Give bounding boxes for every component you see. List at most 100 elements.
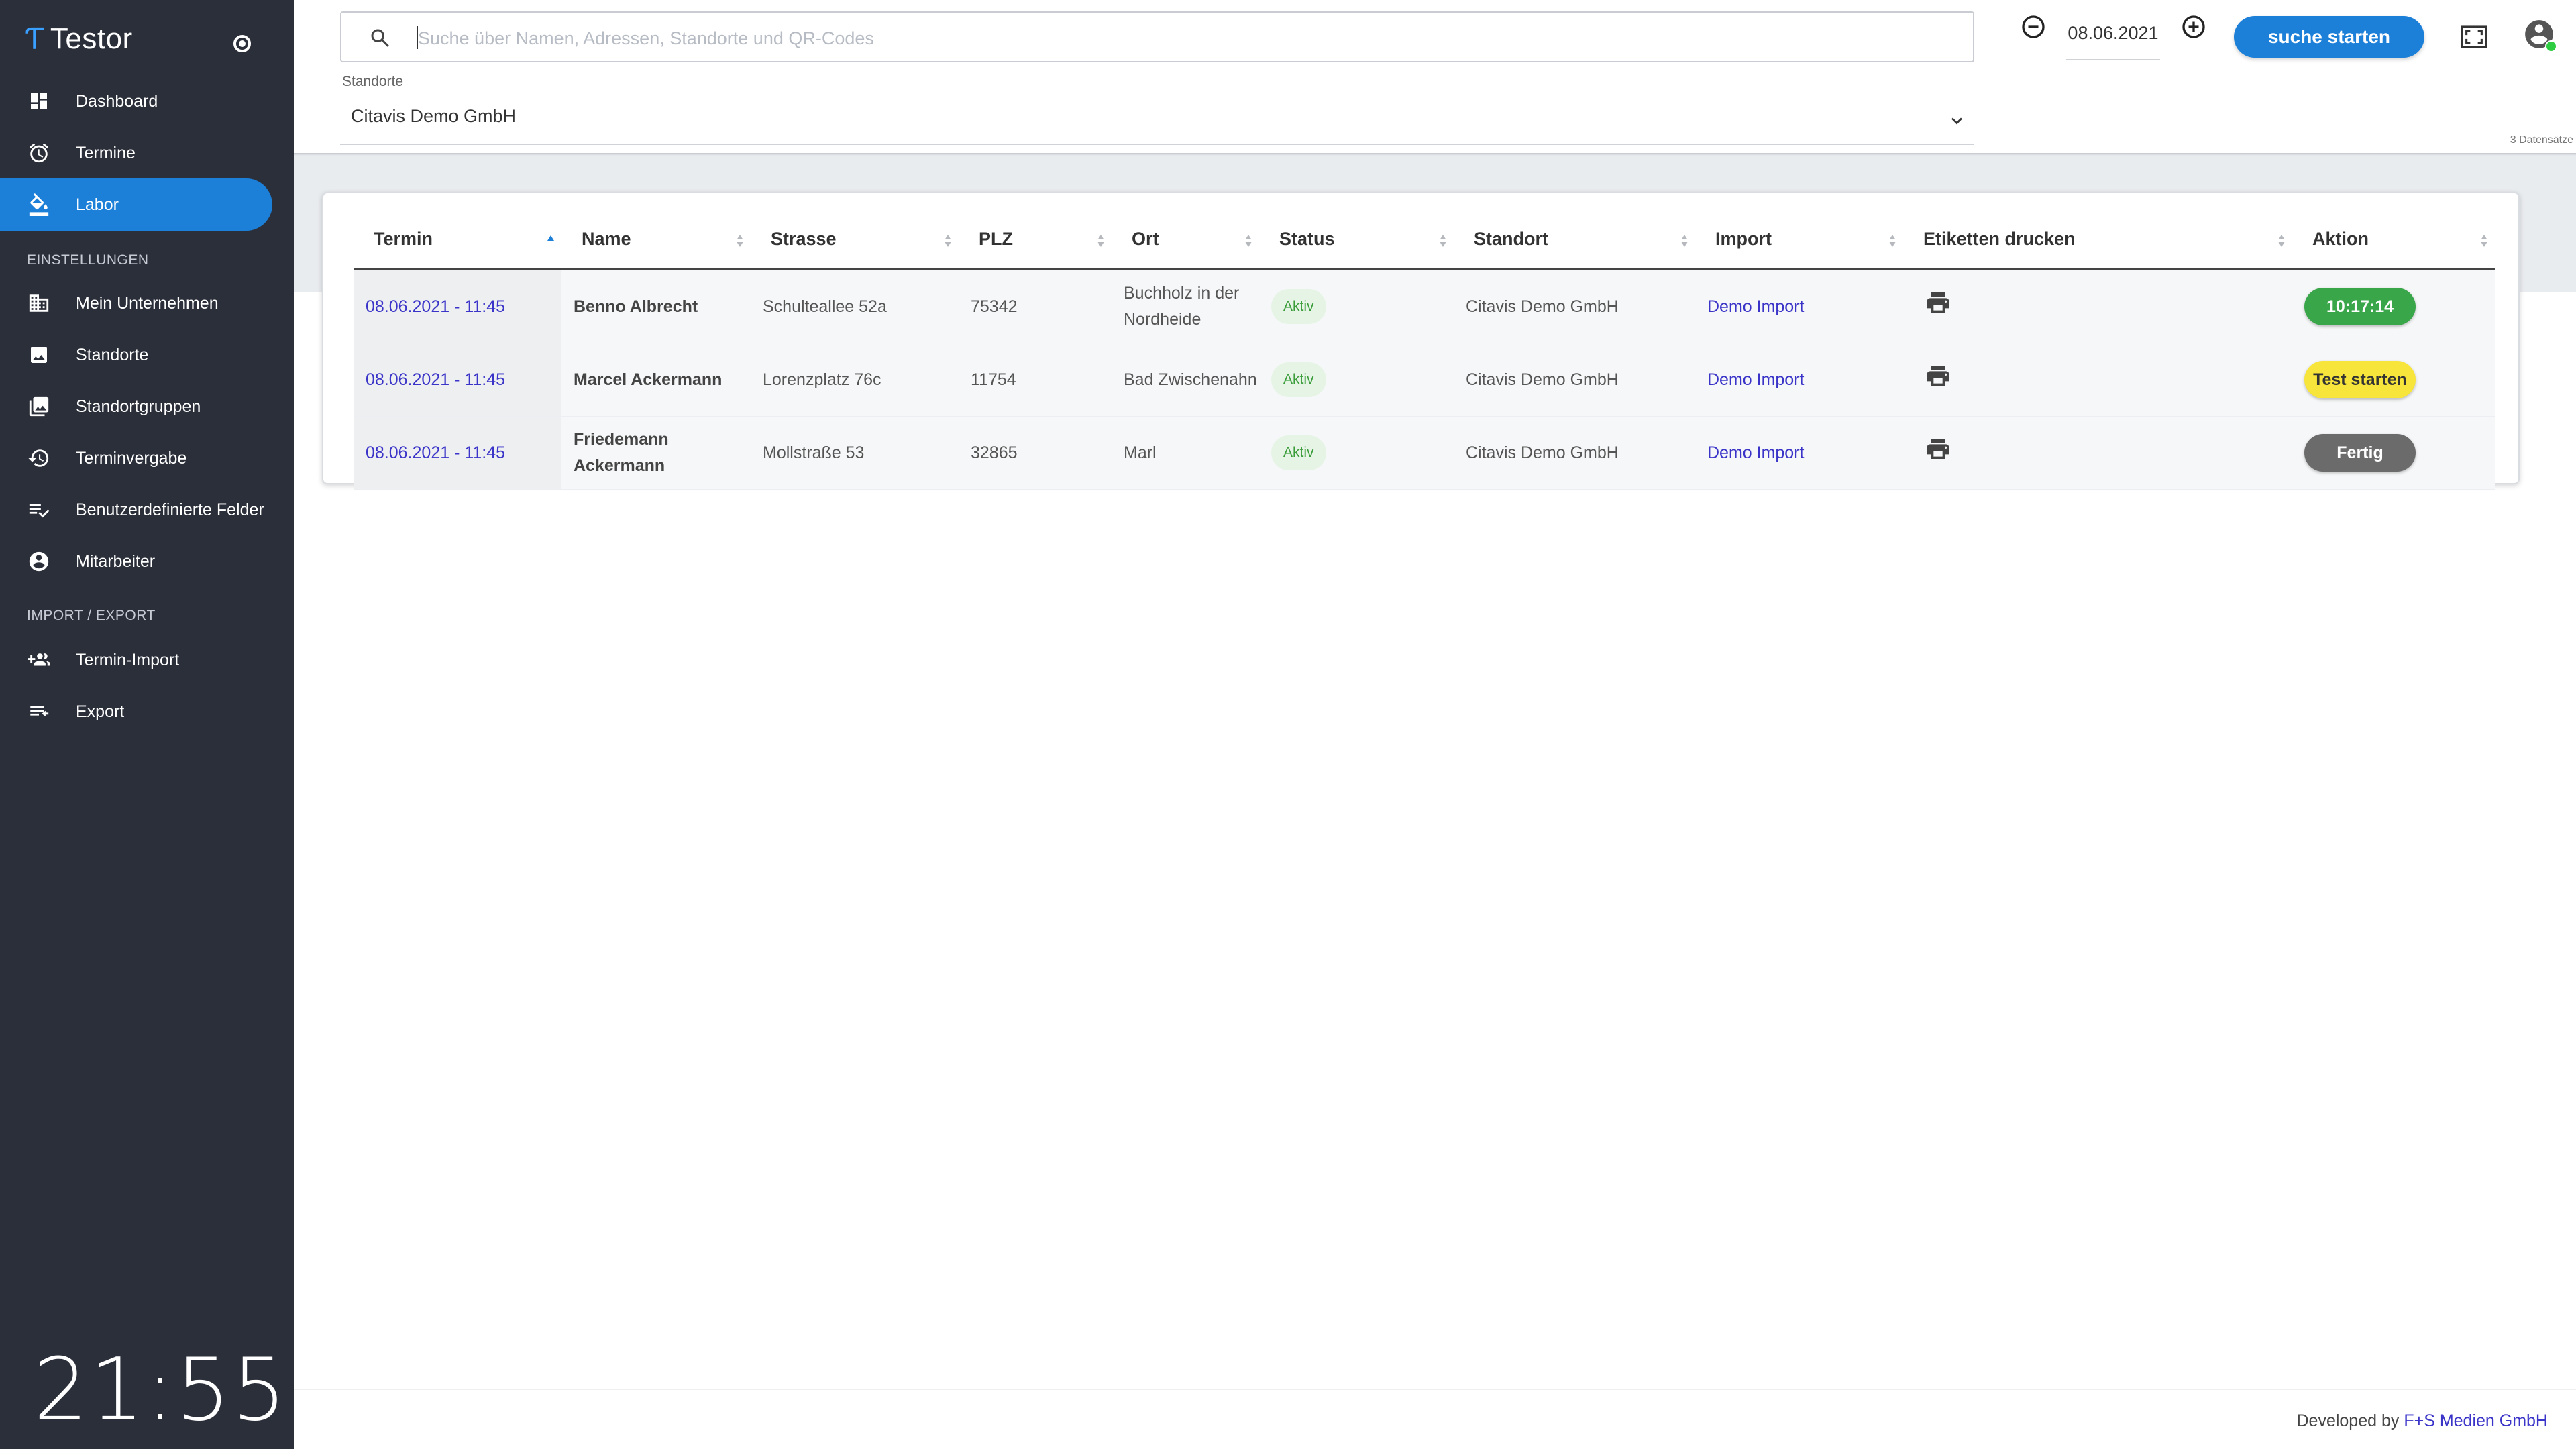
column-header-termin[interactable]: Termin [354, 209, 561, 270]
sidebar-item-standorte[interactable]: Standorte [0, 329, 272, 381]
date-decrement-icon[interactable] [2020, 13, 2047, 40]
sidebar-item-label: Mein Unternehmen [76, 293, 219, 313]
search-icon [368, 26, 392, 50]
test-starten-button[interactable]: Test starten [2304, 361, 2416, 398]
standorte-label: Standorte [342, 74, 404, 89]
sidebar-item-label: Dashboard [76, 91, 158, 111]
cell-standort: Citavis Demo GmbH [1454, 269, 1695, 343]
text-caret [417, 26, 418, 49]
sidebar-item-label: Standorte [76, 345, 149, 364]
sidebar-item-label: Terminvergabe [76, 448, 187, 468]
termin-link[interactable]: 08.06.2021 - 11:45 [366, 297, 505, 316]
import-link[interactable]: Demo Import [1707, 443, 1804, 462]
clock: 21:55 [34, 1340, 288, 1440]
sidebar-item-label: Benutzerdefinierte Felder [76, 500, 264, 519]
cell-standort: Citavis Demo GmbH [1454, 343, 1695, 417]
column-header-ort[interactable]: Ort [1112, 209, 1259, 270]
sidebar-item-label: Standortgruppen [76, 396, 201, 416]
column-label: Name [582, 228, 631, 249]
column-label: Termin [374, 228, 433, 249]
sidebar-item-dashboard[interactable]: Dashboard [0, 75, 272, 127]
footer-divider [294, 1389, 2576, 1390]
user-avatar-icon[interactable] [2522, 17, 2557, 52]
termin-link[interactable]: 08.06.2021 - 11:45 [366, 443, 505, 462]
cell-etiketten [1903, 343, 2292, 417]
column-label: Standort [1474, 228, 1548, 249]
column-header-plz[interactable]: PLZ [959, 209, 1112, 270]
printer-icon[interactable] [1925, 364, 1951, 387]
cell-status: Aktiv [1259, 416, 1454, 490]
table-row: 08.06.2021 - 11:45 Friedemann Ackermann … [354, 416, 2495, 490]
export-list-icon [27, 700, 51, 724]
app-brand[interactable]: Ƭ Testor [25, 19, 133, 59]
cell-status: Aktiv [1259, 343, 1454, 417]
sidebar-item-labor[interactable]: Labor [0, 178, 272, 231]
column-label: Status [1279, 228, 1335, 249]
column-header-standort[interactable]: Standort [1454, 209, 1695, 270]
column-header-strasse[interactable]: Strasse [751, 209, 959, 270]
sidebar-item-termine[interactable]: Termine [0, 127, 272, 179]
section-heading-einstellungen: EINSTELLUNGEN [27, 252, 149, 268]
record-count: 3 Datensätze [2510, 134, 2573, 146]
cell-termin[interactable]: 08.06.2021 - 11:45 [354, 416, 561, 490]
cell-ort: Marl [1112, 416, 1259, 490]
sort-icon [737, 235, 743, 247]
group-add-icon [27, 648, 51, 672]
sidebar-item-standortgruppen[interactable]: Standortgruppen [0, 380, 272, 433]
cell-termin[interactable]: 08.06.2021 - 11:45 [354, 343, 561, 417]
column-label: Aktion [2312, 228, 2369, 249]
cell-strasse: Mollstraße 53 [751, 416, 959, 490]
sort-icon [2481, 235, 2487, 247]
table-header-row: Termin Name Strasse PLZ Ort Status Stand… [354, 209, 2495, 270]
sidebar-item-label: Mitarbeiter [76, 551, 156, 571]
cell-name: Friedemann Ackermann [561, 416, 751, 490]
search-input[interactable] [417, 22, 1949, 54]
cell-import: Demo Import [1695, 416, 1903, 490]
sidebar-item-label: Labor [76, 195, 119, 214]
date-increment-icon[interactable] [2180, 13, 2207, 40]
search-start-button[interactable]: suche starten [2234, 16, 2424, 58]
standorte-select[interactable]: Citavis Demo GmbH [340, 101, 1974, 145]
fertig-button[interactable]: Fertig [2304, 434, 2416, 472]
sort-icon [1681, 235, 1688, 247]
cell-status: Aktiv [1259, 269, 1454, 343]
sidebar-item-mein-unternehmen[interactable]: Mein Unternehmen [0, 277, 272, 329]
printer-icon[interactable] [1925, 437, 1951, 460]
table-row: 08.06.2021 - 11:45 Benno Albrecht Schult… [354, 269, 2495, 343]
sidebar-item-export[interactable]: Export [0, 686, 272, 738]
sidebar-item-terminvergabe[interactable]: Terminvergabe [0, 432, 272, 484]
sidebar-toggle-button[interactable] [233, 35, 251, 52]
status-badge: Aktiv [1271, 435, 1326, 471]
cell-strasse: Schulteallee 52a [751, 269, 959, 343]
column-header-status[interactable]: Status [1259, 209, 1454, 270]
cell-aktion: Test starten [2292, 343, 2495, 417]
column-header-etiketten-drucken[interactable]: Etiketten drucken [1903, 209, 2292, 270]
sidebar-item-benutzerdefinierte-felder[interactable]: Benutzerdefinierte Felder [0, 484, 272, 536]
search-box[interactable] [340, 11, 1974, 62]
column-header-name[interactable]: Name [561, 209, 751, 270]
status-badge: Aktiv [1271, 362, 1326, 398]
results-card: Termin Name Strasse PLZ Ort Status Stand… [322, 192, 2520, 490]
sidebar-item-mitarbeiter[interactable]: Mitarbeiter [0, 535, 272, 588]
import-link[interactable]: Demo Import [1707, 370, 1804, 389]
status-badge: Aktiv [1271, 288, 1326, 325]
import-link[interactable]: Demo Import [1707, 297, 1804, 316]
column-header-aktion[interactable]: Aktion [2292, 209, 2495, 270]
column-header-import[interactable]: Import [1695, 209, 1903, 270]
footer-company-link[interactable]: F+S Medien GmbH [2404, 1411, 2548, 1430]
sidebar-item-label: Termine [76, 143, 136, 162]
cell-standort: Citavis Demo GmbH [1454, 416, 1695, 490]
standorte-selected-value: Citavis Demo GmbH [351, 106, 517, 126]
image-icon [27, 343, 51, 367]
timer-button[interactable]: 10:17:14 [2304, 288, 2416, 325]
termin-link[interactable]: 08.06.2021 - 11:45 [366, 370, 505, 389]
lab-icon [27, 193, 51, 217]
printer-icon[interactable] [1925, 291, 1951, 314]
sort-icon [945, 235, 951, 247]
sidebar-item-termin-import[interactable]: Termin-Import [0, 634, 272, 686]
fullscreen-icon[interactable] [2461, 25, 2487, 48]
account-circle-icon [27, 549, 51, 574]
date-field[interactable]: 08.06.2021 [2066, 19, 2160, 60]
cell-termin[interactable]: 08.06.2021 - 11:45 [354, 269, 561, 343]
cell-aktion: Fertig [2292, 416, 2495, 490]
